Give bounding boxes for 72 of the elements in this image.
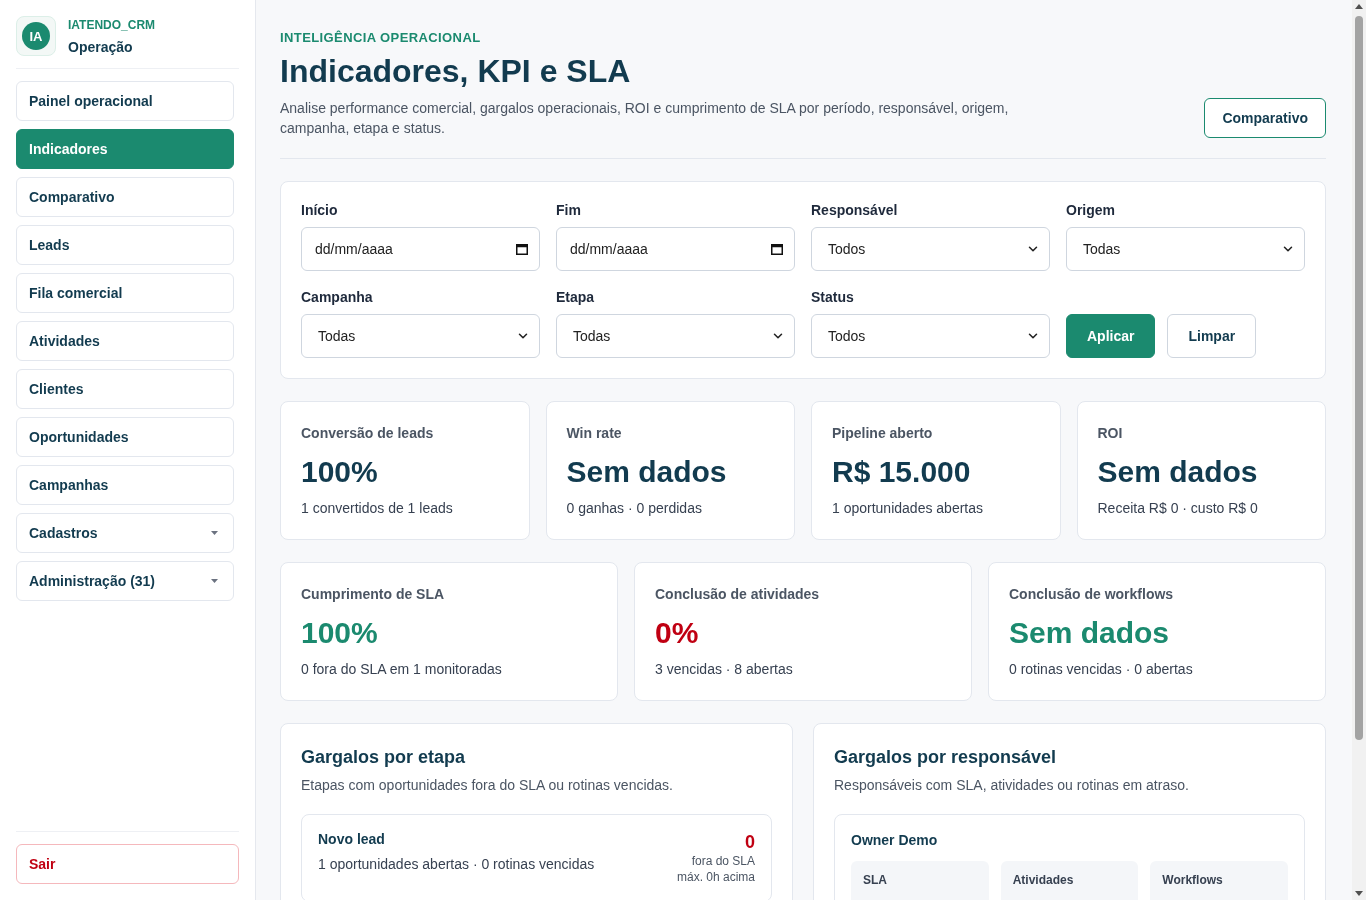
kpi-title: Cumprimento de SLA xyxy=(301,585,446,603)
sidebar-item[interactable]: Indicadores xyxy=(16,129,234,169)
clear-button[interactable]: Limpar xyxy=(1167,314,1257,358)
stat-card: Atividades xyxy=(1000,861,1139,900)
panel-subtitle: Responsáveis com SLA, atividades ou rotinas em atraso. xyxy=(834,776,1190,794)
kpi-detail: 0 rotinas vencidas · 0 abertas xyxy=(1009,660,1194,679)
kpi-detail: 0 fora do SLA em 1 monitoradas xyxy=(301,660,503,679)
field-label: Campanha xyxy=(301,289,374,306)
app-logo: IA xyxy=(16,16,56,56)
kpi-detail: Receita R$ 0 · custo R$ 0 xyxy=(1097,499,1259,518)
kpi-title: Win rate xyxy=(566,424,623,442)
field-label: Responsável xyxy=(811,202,899,219)
kpi-title: Conclusão de workflows xyxy=(1009,585,1175,603)
kpi-detail: 1 oportunidades abertas xyxy=(832,499,984,518)
select-field[interactable]: Todas xyxy=(301,314,540,358)
comparativo-button[interactable]: Comparativo xyxy=(1204,98,1326,138)
max-delay-note: máx. 0h acima xyxy=(676,869,755,885)
kpi-detail: 3 vencidas · 8 abertas xyxy=(655,660,794,679)
sidebar-item[interactable]: Atividades xyxy=(16,321,234,361)
select-field[interactable]: Todos xyxy=(811,314,1050,358)
panel-subtitle: Etapas com oportunidades fora do SLA ou rotinas vencidas. xyxy=(301,776,674,794)
select-field[interactable]: Todos xyxy=(811,227,1050,271)
apply-button[interactable]: Aplicar xyxy=(1066,314,1156,358)
date-field[interactable]: dd/mm/aaaa xyxy=(301,227,540,271)
sidebar-item[interactable]: Clientes xyxy=(16,369,234,409)
sidebar-item[interactable]: Painel operacional xyxy=(16,81,234,121)
field-label: Início xyxy=(301,202,339,219)
scrollbar[interactable] xyxy=(1352,0,1366,900)
sidebar-item[interactable]: Fila comercial xyxy=(16,273,234,313)
sidebar-item[interactable]: Cadastros xyxy=(16,513,234,553)
kpi-value: 100% xyxy=(301,454,379,490)
sidebar-item[interactable]: Leads xyxy=(16,225,234,265)
brand-name: IATENDO_CRM xyxy=(68,17,156,32)
logout-button[interactable]: Sair xyxy=(16,844,239,884)
sidebar-item[interactable]: Administração (31) xyxy=(16,561,234,601)
kpi-title: ROI xyxy=(1097,424,1124,442)
calendar-icon[interactable] xyxy=(771,243,783,255)
page-title: Indicadores, KPI e SLA xyxy=(280,52,632,90)
kpi-value: Sem dados xyxy=(566,454,728,490)
sidebar-item[interactable]: Oportunidades xyxy=(16,417,234,457)
section-title: Operação xyxy=(68,38,134,55)
panel-title: Gargalos por responsável xyxy=(834,746,1058,768)
date-field[interactable]: dd/mm/aaaa xyxy=(556,227,795,271)
stage-detail: 1 oportunidades abertas · 0 rotinas vencidas xyxy=(318,856,595,873)
select-field[interactable]: Todas xyxy=(556,314,795,358)
kpi-value: Sem dados xyxy=(1097,454,1259,490)
field-label: Etapa xyxy=(556,289,596,306)
owner-name: Owner Demo xyxy=(851,832,938,848)
page-description: Analise performance comercial, gargalos operacionais, ROI e cumprimento de SLA por período, responsável, origem, campanha, etapa e status. xyxy=(280,99,1010,138)
sidebar-item[interactable]: Campanhas xyxy=(16,465,234,505)
kpi-value: 0% xyxy=(655,615,700,651)
field-label: Fim xyxy=(556,202,582,219)
select-field[interactable]: Todas xyxy=(1066,227,1305,271)
kpi-detail: 1 convertidos de 1 leads xyxy=(301,499,454,518)
page-eyebrow: INTELIGÊNCIA OPERACIONAL xyxy=(280,30,482,46)
calendar-icon[interactable] xyxy=(516,243,528,255)
kpi-title: Conclusão de atividades xyxy=(655,585,821,603)
kpi-value: Sem dados xyxy=(1009,615,1171,651)
stage-name: Novo lead xyxy=(318,831,385,848)
kpi-title: Pipeline aberto xyxy=(832,424,934,442)
overdue-count: 0 xyxy=(745,831,755,853)
kpi-value: R$ 15.000 xyxy=(832,454,972,490)
kpi-title: Conversão de leads xyxy=(301,424,435,442)
kpi-detail: 0 ganhas · 0 perdidas xyxy=(566,499,703,518)
sidebar-item[interactable]: Comparativo xyxy=(16,177,234,217)
panel-title: Gargalos por etapa xyxy=(301,746,467,768)
count-label: fora do SLA xyxy=(691,853,755,869)
field-label: Origem xyxy=(1066,202,1116,219)
field-label: Status xyxy=(811,289,855,306)
kpi-value: 100% xyxy=(301,615,379,651)
stat-card: Workflows xyxy=(1150,861,1288,900)
stat-card: SLA xyxy=(851,861,989,900)
